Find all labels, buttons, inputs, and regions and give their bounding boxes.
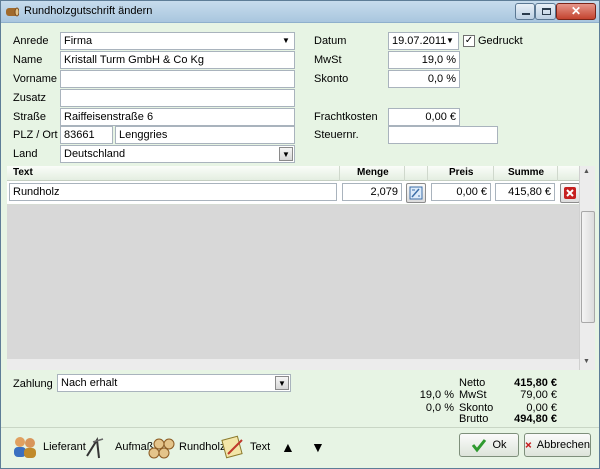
close-icon: ✕ [571, 4, 582, 18]
dialog-window: Rundholzgutschrift ändern ✕ Anrede Firma… [0, 0, 600, 469]
rundholz-button[interactable]: Rundholz [147, 432, 225, 462]
strasse-label: Straße [13, 111, 47, 123]
chevron-down-icon: ▼ [279, 147, 293, 161]
datum-value: 19.07.2011 [392, 35, 447, 47]
name-field[interactable]: Kristall Turm GmbH & Co Kg [60, 51, 295, 69]
frachtkosten-field[interactable]: 0,00 € [388, 108, 460, 126]
mwst-rate: 19,0 % [419, 389, 454, 401]
chevron-down-icon: ▼ [446, 36, 454, 45]
anrede-label: Anrede [13, 35, 49, 47]
people-icon [14, 437, 36, 458]
column-separator [557, 166, 558, 181]
column-header-summe[interactable]: Summe [508, 167, 544, 178]
grid-empty-area [7, 205, 579, 359]
land-value: Deutschland [64, 148, 126, 160]
steuernr-field[interactable] [388, 126, 498, 144]
close-button[interactable]: ✕ [556, 3, 596, 20]
row-preis-field[interactable]: 0,00 € [431, 183, 491, 201]
calc-icon [409, 186, 423, 200]
datum-picker[interactable]: 19.07.2011 ▼ [388, 32, 459, 50]
maximize-button[interactable] [535, 3, 556, 20]
title-bar: Rundholzgutschrift ändern ✕ [1, 1, 599, 23]
logs-icon [148, 438, 175, 459]
netto-value: 415,80 € [514, 377, 557, 389]
vorname-label: Vorname [13, 73, 58, 85]
plz-ort-label: PLZ / Ort [13, 129, 58, 141]
scrollbar-thumb[interactable] [581, 211, 595, 323]
maximize-icon [542, 8, 551, 15]
anrede-select[interactable]: Firma ▼ [60, 32, 295, 50]
zusatz-field[interactable] [60, 89, 295, 107]
delete-row-button[interactable] [560, 183, 580, 203]
plz-field[interactable]: 83661 [60, 126, 113, 144]
zahlung-label: Zahlung [13, 378, 53, 390]
minimize-icon [522, 13, 530, 15]
log-icon [6, 7, 19, 17]
row-summe-field: 415,80 € [495, 183, 555, 201]
mwst-field[interactable]: 19,0 % [388, 51, 460, 69]
vorname-field[interactable] [60, 70, 295, 88]
column-separator [404, 166, 405, 181]
aufmass-button[interactable]: Aufmaß [83, 432, 154, 462]
grid-header: Text Menge Preis Summe [7, 166, 579, 181]
abbrechen-label: Abbrechen [536, 439, 590, 451]
zahlung-value: Nach erhalt [61, 377, 118, 389]
x-icon [525, 442, 532, 448]
mwst-total-value: 79,00 € [520, 389, 557, 401]
chevron-down-icon: ▼ [282, 36, 290, 45]
zusatz-label: Zusatz [13, 92, 47, 104]
lieferant-label: Lieferant [43, 441, 86, 453]
anrede-value: Firma [64, 35, 93, 47]
horizontal-scrollbar[interactable] [7, 359, 579, 370]
skonto-field[interactable]: 0,0 % [388, 70, 460, 88]
move-up-button[interactable]: ▲ [281, 432, 295, 462]
scroll-down-icon[interactable]: ▼ [583, 358, 590, 365]
column-header-menge[interactable]: Menge [357, 167, 389, 178]
note-icon [221, 435, 243, 459]
ort-field[interactable]: Lenggries [115, 126, 295, 144]
move-down-button[interactable]: ▼ [311, 432, 325, 462]
brutto-value: 494,80 € [514, 413, 557, 425]
zahlung-select[interactable]: Nach erhalt ▼ [57, 374, 291, 392]
land-label: Land [13, 148, 38, 160]
row-menge-field[interactable]: 2,079 [342, 183, 402, 201]
land-select[interactable]: Deutschland ▼ [60, 145, 295, 163]
measure-icon [86, 437, 104, 459]
row-text-field[interactable]: Rundholz [9, 183, 337, 201]
skonto-label: Skonto [314, 73, 349, 85]
minimize-button[interactable] [515, 3, 535, 20]
ok-button[interactable]: Ok [459, 433, 519, 457]
ok-label: Ok [492, 439, 507, 451]
column-separator [493, 166, 494, 181]
scroll-up-icon[interactable]: ▲ [583, 168, 590, 175]
bottom-toolbar: Lieferant Aufmaß Rundholz Text ▲ ▼ Ok Ab… [1, 427, 599, 468]
column-separator [339, 166, 340, 181]
delete-icon [564, 187, 576, 199]
window-title: Rundholzgutschrift ändern [24, 5, 153, 17]
chevron-down-icon: ▼ [275, 376, 289, 390]
table-row[interactable]: Rundholz 2,079 0,00 € 415,80 € [7, 181, 580, 205]
rundholz-label: Rundholz [179, 441, 226, 453]
text-button[interactable]: Text [220, 432, 270, 462]
vertical-scrollbar[interactable]: ▲ ▼ [579, 166, 595, 370]
strasse-field[interactable]: Raiffeisenstraße 6 [60, 108, 295, 126]
text-label: Text [250, 441, 271, 453]
skonto-rate: 0,0 % [425, 402, 454, 414]
abbrechen-button[interactable]: Abbrechen [524, 433, 591, 457]
mwst-label: MwSt [314, 54, 342, 66]
column-header-preis[interactable]: Preis [449, 167, 473, 178]
column-separator [427, 166, 428, 181]
datum-label: Datum [314, 35, 347, 47]
gedruckt-label: Gedruckt [478, 35, 523, 47]
calc-button[interactable] [406, 183, 426, 203]
column-header-text[interactable]: Text [13, 167, 33, 178]
lieferant-button[interactable]: Lieferant [11, 432, 86, 462]
name-label: Name [13, 54, 43, 66]
steuernr-label: Steuernr. [314, 129, 359, 141]
frachtkosten-label: Frachtkosten [314, 111, 378, 123]
gedruckt-checkbox[interactable]: ✓ [463, 35, 475, 47]
check-icon [472, 439, 487, 453]
